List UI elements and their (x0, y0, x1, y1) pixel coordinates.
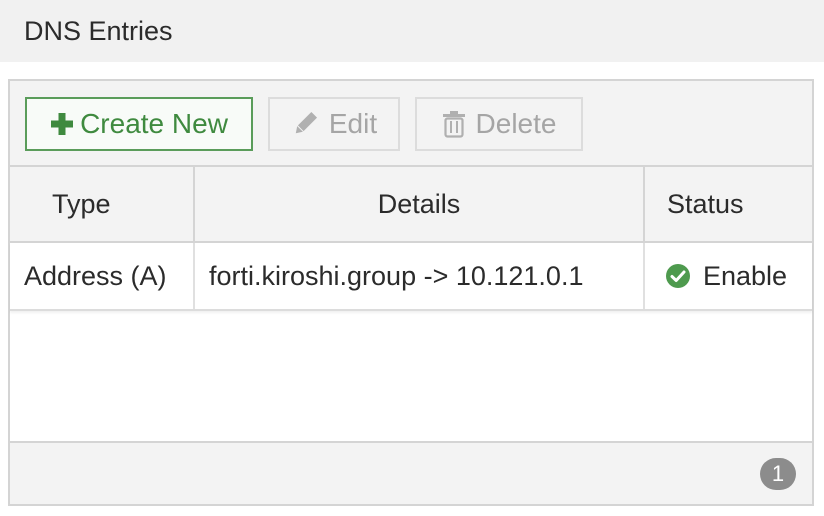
delete-button[interactable]: Delete (415, 97, 583, 151)
delete-label: Delete (475, 108, 557, 139)
status-label: Enable (703, 260, 788, 291)
plus-icon (50, 112, 74, 136)
pencil-icon (291, 110, 319, 138)
table-footer: 1 (10, 441, 812, 504)
section-header: DNS Entries (0, 0, 824, 62)
column-header-status[interactable]: Status (645, 167, 812, 241)
section-title: DNS Entries (24, 15, 173, 46)
create-new-button[interactable]: Create New (25, 97, 253, 151)
toolbar: Create New Edit Delete (10, 81, 812, 167)
cell-details: forti.kiroshi.group -> 10.121.0.1 (195, 243, 645, 309)
column-header-details[interactable]: Details (195, 167, 645, 241)
table-row[interactable]: Address (A) forti.kiroshi.group -> 10.12… (10, 243, 812, 311)
check-circle-icon (665, 263, 691, 289)
edit-button[interactable]: Edit (268, 97, 400, 151)
cell-status: Enable (645, 243, 812, 309)
edit-label: Edit (328, 108, 378, 139)
table-header: Type Details Status (10, 167, 812, 243)
column-header-type[interactable]: Type (10, 167, 195, 241)
dns-entries-table: Type Details Status Address (A) forti.ki… (10, 167, 812, 311)
create-new-label: Create New (80, 108, 228, 139)
trash-icon (442, 110, 466, 138)
row-count-badge: 1 (760, 458, 796, 490)
dns-entries-panel: Create New Edit Delete Type Details Stat… (8, 79, 814, 506)
cell-type: Address (A) (10, 243, 195, 309)
